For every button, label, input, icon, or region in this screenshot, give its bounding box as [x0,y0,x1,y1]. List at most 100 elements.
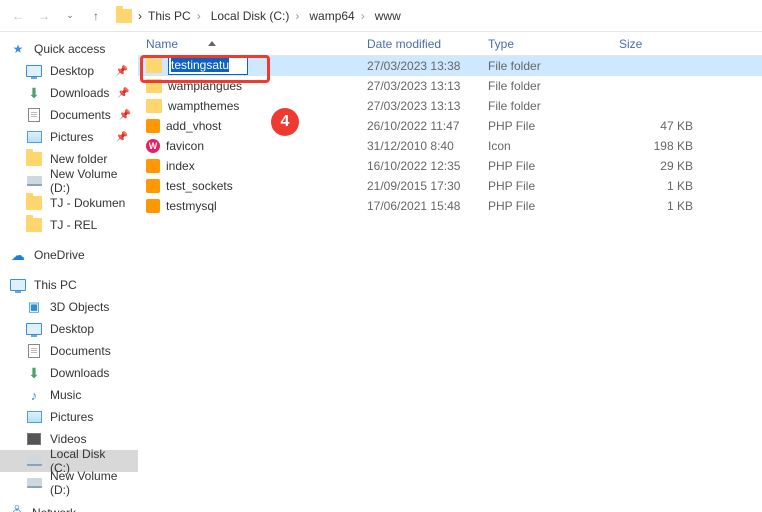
star-icon: ★ [10,42,26,56]
file-name: index [166,159,195,173]
sidebar-item-label: Documents [50,344,111,358]
sidebar-item-label: Desktop [50,322,94,336]
cloud-icon: ☁ [10,248,26,262]
sidebar-item[interactable]: New Volume (D:) [0,170,138,192]
sidebar-item-label: TJ - REL [50,218,97,232]
file-name: testmysql [166,199,217,213]
network-icon: 🖧 [10,506,24,512]
file-row[interactable]: wampthemes27/03/2023 13:13File folder [138,96,762,116]
desktop-icon [26,323,42,335]
rename-input[interactable]: testingsatu [168,57,248,75]
sidebar-quick-access[interactable]: ★Quick access [0,38,138,60]
sidebar-item-label: 3D Objects [50,300,109,314]
folder-icon [26,196,42,210]
file-date: 26/10/2022 11:47 [359,119,480,133]
file-icon [146,119,160,133]
file-row[interactable]: add_vhost26/10/2022 11:47PHP File47 KB [138,116,762,136]
file-date: 27/03/2023 13:13 [359,79,480,93]
breadcrumb-item[interactable]: Local Disk (C:)› [207,7,304,25]
file-date: 27/03/2023 13:13 [359,99,480,113]
chevron-right-icon: › [138,9,142,23]
drive-icon [27,176,42,186]
nav-back-button[interactable]: ← [8,6,28,26]
music-icon: ♪ [31,388,38,403]
nav-forward-button[interactable]: → [34,6,54,26]
pc-icon [10,278,26,292]
file-date: 31/12/2010 8:40 [359,139,480,153]
column-type[interactable]: Type [480,32,611,55]
address-bar: ← → ⌄ ↑ › This PC› Local Disk (C:)› wamp… [0,0,762,32]
documents-icon [28,108,40,122]
sidebar-item[interactable]: Pictures [0,406,138,428]
3d-objects-icon: ▣ [28,299,40,315]
sidebar-item-label: Downloads [50,86,109,100]
videos-icon [27,433,41,445]
sidebar-item[interactable]: TJ - Dokumen [0,192,138,214]
file-name: add_vhost [166,119,221,133]
file-date: 27/03/2023 13:38 [359,59,480,73]
file-date: 17/06/2021 15:48 [359,199,480,213]
chevron-right-icon: › [197,9,201,23]
file-row[interactable]: Wfavicon31/12/2010 8:40Icon198 KB [138,136,762,156]
sidebar-item-label: TJ - Dokumen [50,196,125,210]
file-type: File folder [480,59,611,73]
folder-icon [146,59,162,73]
folder-icon [146,99,162,113]
file-row[interactable]: testingsatu 27/03/2023 13:38File folder [138,56,762,76]
sidebar-item[interactable]: ⬇Downloads📌 [0,82,138,104]
file-row[interactable]: test_sockets21/09/2015 17:30PHP File1 KB [138,176,762,196]
nav-dropdown-button[interactable]: ⌄ [60,6,80,26]
column-name[interactable]: Name [138,32,359,55]
sidebar-item[interactable]: Desktop📌 [0,60,138,82]
sidebar-item[interactable]: TJ - REL [0,214,138,236]
file-type: PHP File [480,119,611,133]
sidebar-item[interactable]: Documents📌 [0,104,138,126]
file-size: 29 KB [611,159,701,173]
sidebar-item[interactable]: ♪Music [0,384,138,406]
breadcrumb-item[interactable]: This PC› [144,7,205,25]
desktop-icon [26,65,42,77]
folder-icon [146,79,162,93]
sidebar-item[interactable]: Documents [0,340,138,362]
documents-icon [28,344,40,358]
file-name: test_sockets [166,179,233,193]
file-size: 1 KB [611,179,701,193]
file-row[interactable]: testmysql17/06/2021 15:48PHP File1 KB [138,196,762,216]
file-date: 16/10/2022 12:35 [359,159,480,173]
pin-icon: 📌 [119,110,131,121]
folder-icon [116,9,132,23]
nav-up-button[interactable]: ↑ [86,6,106,26]
sidebar-item-label: Pictures [50,410,93,424]
downloads-icon: ⬇ [28,85,40,102]
file-type: PHP File [480,179,611,193]
breadcrumb-item[interactable]: wamp64› [305,7,368,25]
file-row[interactable]: index 16/10/2022 12:35PHP File29 KB [138,156,762,176]
sidebar-onedrive[interactable]: ☁OneDrive [0,244,138,266]
sidebar-item[interactable]: ▣ 3D Objects [0,296,138,318]
downloads-icon: ⬇ [28,365,40,382]
column-date[interactable]: Date modified [359,32,480,55]
column-headers: Name Date modified Type Size [138,32,762,56]
folder-icon [26,218,42,232]
file-name: favicon [166,139,204,153]
file-row[interactable]: wamplangues27/03/2023 13:13File folder [138,76,762,96]
sidebar-item[interactable]: New Volume (D:) [0,472,138,494]
column-size[interactable]: Size [611,32,701,55]
breadcrumb-item[interactable]: www [371,7,405,25]
sidebar-this-pc[interactable]: This PC [0,274,138,296]
file-size: 198 KB [611,139,701,153]
pin-icon: 📌 [116,132,128,143]
sidebar-item[interactable]: Desktop [0,318,138,340]
folder-icon [26,152,42,166]
favicon-icon: W [146,139,160,153]
pictures-icon [27,411,42,423]
sidebar-network[interactable]: 🖧Network [0,502,138,512]
file-type: PHP File [480,159,611,173]
file-size: 1 KB [611,199,701,213]
sidebar-item[interactable]: ⬇Downloads [0,362,138,384]
breadcrumb[interactable]: › This PC› Local Disk (C:)› wamp64› www [112,4,754,28]
file-icon [146,159,160,173]
sidebar-item[interactable]: Pictures📌 [0,126,138,148]
sidebar-item-label: Videos [50,432,86,446]
drive-icon [27,456,42,466]
